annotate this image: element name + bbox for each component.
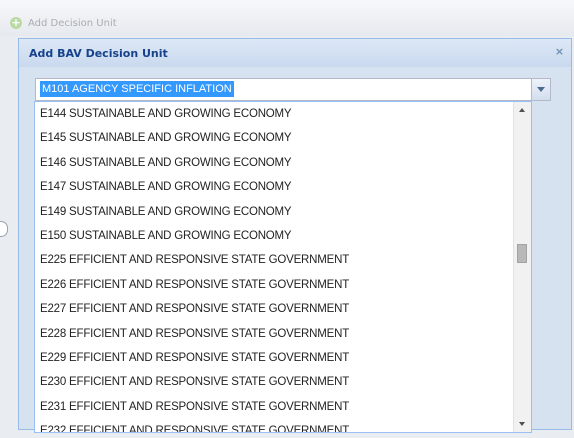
dropdown-items: E144 SUSTAINABLE AND GROWING ECONOMY E145… [35, 102, 513, 432]
plus-circle-icon: + [10, 16, 22, 29]
dropdown-option[interactable]: E232 EFFICIENT AND RESPONSIVE STATE GOVE… [35, 419, 513, 432]
scroll-up-arrow-icon[interactable] [514, 102, 531, 119]
splitter-handle[interactable] [0, 221, 8, 237]
dropdown-option[interactable]: E230 EFFICIENT AND RESPONSIVE STATE GOVE… [35, 370, 513, 394]
dropdown-option[interactable]: E149 SUSTAINABLE AND GROWING ECONOMY [35, 200, 513, 224]
dropdown-option[interactable]: E145 SUSTAINABLE AND GROWING ECONOMY [35, 126, 513, 150]
add-decision-unit-label: Add Decision Unit [28, 18, 117, 29]
dialog-header: Add BAV Decision Unit × [19, 39, 571, 67]
dropdown-option[interactable]: E150 SUSTAINABLE AND GROWING ECONOMY [35, 224, 513, 248]
dropdown-option[interactable]: E146 SUSTAINABLE AND GROWING ECONOMY [35, 151, 513, 175]
chevron-down-icon[interactable] [531, 79, 550, 100]
scroll-down-arrow-icon[interactable] [514, 415, 531, 432]
dropdown-option[interactable]: E226 EFFICIENT AND RESPONSIVE STATE GOVE… [35, 273, 513, 297]
dropdown-option[interactable]: E227 EFFICIENT AND RESPONSIVE STATE GOVE… [35, 297, 513, 321]
dropdown-scrollbar[interactable] [513, 102, 531, 432]
dropdown-option[interactable]: E228 EFFICIENT AND RESPONSIVE STATE GOVE… [35, 322, 513, 346]
dropdown-option[interactable]: E229 EFFICIENT AND RESPONSIVE STATE GOVE… [35, 346, 513, 370]
dialog-title: Add BAV Decision Unit [29, 47, 168, 60]
add-decision-unit-button[interactable]: + Add Decision Unit [10, 17, 117, 29]
combo-selected-value[interactable]: M101 AGENCY SPECIFIC INFLATION [40, 81, 234, 97]
toolbar: + Add Decision Unit [0, 0, 574, 36]
decision-unit-dropdown-list[interactable]: E144 SUSTAINABLE AND GROWING ECONOMY E145… [34, 101, 532, 433]
decision-unit-combobox[interactable]: M101 AGENCY SPECIFIC INFLATION [35, 78, 551, 101]
dropdown-option[interactable]: E147 SUSTAINABLE AND GROWING ECONOMY [35, 175, 513, 199]
close-icon[interactable]: × [554, 46, 565, 57]
dropdown-option[interactable]: E144 SUSTAINABLE AND GROWING ECONOMY [35, 102, 513, 126]
dropdown-option[interactable]: E225 EFFICIENT AND RESPONSIVE STATE GOVE… [35, 248, 513, 272]
scrollbar-thumb[interactable] [517, 243, 527, 263]
dropdown-option[interactable]: E231 EFFICIENT AND RESPONSIVE STATE GOVE… [35, 395, 513, 419]
